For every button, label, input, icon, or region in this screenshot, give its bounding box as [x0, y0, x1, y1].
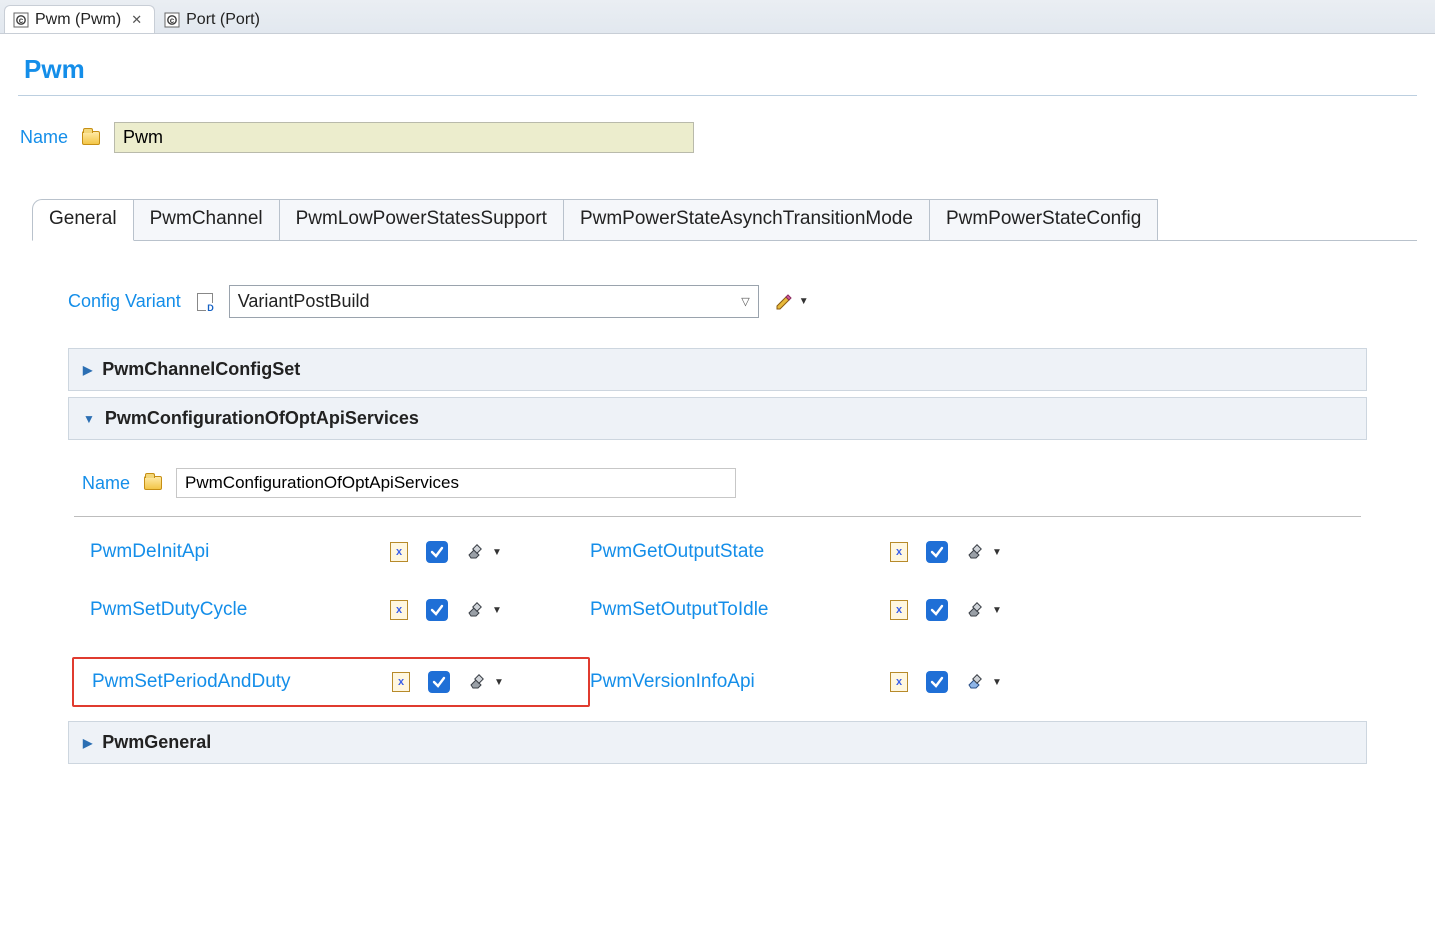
reset-button[interactable]: ▼ [966, 673, 1002, 691]
title-rule [18, 95, 1417, 96]
chevron-down-icon: ▼ [799, 296, 809, 307]
svg-text:c: c [170, 16, 175, 25]
file-tab-label: Port (Port) [186, 11, 260, 29]
file-tab-port[interactable]: c Port (Port) [155, 5, 273, 33]
config-tabstrip: General PwmChannel PwmLowPowerStatesSupp… [32, 199, 1417, 241]
module-name-row: Name [20, 122, 1417, 153]
reset-button[interactable]: ▼ [966, 543, 1002, 561]
tab-pwmpowerstateconfig[interactable]: PwmPowerStateConfig [929, 199, 1158, 240]
schema-icon: x [890, 542, 908, 562]
chevron-down-icon: ▼ [992, 677, 1002, 688]
option-checkbox[interactable] [428, 671, 450, 693]
option-controls: x ▼ [390, 541, 590, 563]
tab-general-body: Config Variant VariantPostBuild ▽ ▼ ▶ Pw… [18, 241, 1417, 790]
option-label[interactable]: PwmSetOutputToIdle [590, 599, 890, 621]
name-label: Name [82, 473, 130, 494]
section-title: PwmChannelConfigSet [102, 359, 300, 380]
schema-icon: x [890, 672, 908, 692]
name-label: Name [20, 127, 68, 148]
option-highlighted: PwmSetPeriodAndDuty x ▼ [72, 657, 590, 707]
module-name-input[interactable] [114, 122, 694, 153]
option-checkbox[interactable] [426, 541, 448, 563]
chevron-down-icon: ▼ [992, 547, 1002, 558]
tab-general[interactable]: General [32, 199, 134, 241]
editor-pane: Pwm Name General PwmChannel PwmLowPowerS… [0, 34, 1435, 804]
chevron-down-icon: ▼ [494, 677, 504, 688]
section-optapi-body: Name PwmDeInitApi x ▼ PwmGetOutputState … [68, 446, 1367, 711]
option-controls: x ▼ [890, 541, 1090, 563]
module-icon: c [164, 12, 180, 28]
option-label[interactable]: PwmSetPeriodAndDuty [92, 671, 392, 693]
config-variant-select[interactable]: VariantPostBuild ▽ [229, 285, 759, 318]
reset-button[interactable]: ▼ [466, 543, 502, 561]
options-grid: PwmDeInitApi x ▼ PwmGetOutputState x ▼ P… [90, 541, 1361, 707]
schema-icon: x [890, 600, 908, 620]
chevron-down-icon: ▼ [992, 605, 1002, 616]
option-label[interactable]: PwmDeInitApi [90, 541, 390, 563]
collapse-icon: ▼ [83, 412, 95, 426]
section-pwmconfigurationofoptapiservices[interactable]: ▼ PwmConfigurationOfOptApiServices [68, 397, 1367, 440]
chevron-down-icon: ▽ [741, 295, 749, 308]
folder-icon [82, 131, 100, 145]
option-checkbox[interactable] [926, 599, 948, 621]
tab-pwmchannel[interactable]: PwmChannel [133, 199, 280, 240]
chevron-down-icon: ▼ [492, 605, 502, 616]
option-controls: x ▼ [890, 671, 1090, 693]
module-icon: c [13, 12, 29, 28]
schema-icon: x [392, 672, 410, 692]
option-label[interactable]: PwmVersionInfoApi [590, 671, 890, 693]
file-tab-pwm[interactable]: c Pwm (Pwm) ✕ [4, 5, 155, 33]
page-title: Pwm [24, 54, 1417, 85]
reset-button[interactable]: ▼ [466, 601, 502, 619]
option-controls: x ▼ [392, 671, 504, 693]
folder-icon [144, 476, 162, 490]
svg-text:c: c [19, 16, 24, 25]
schema-icon: x [390, 542, 408, 562]
document-icon [197, 293, 213, 311]
config-variant-value: VariantPostBuild [238, 291, 370, 312]
tab-pwmlowpowerstatessupport[interactable]: PwmLowPowerStatesSupport [279, 199, 564, 240]
section-pwmchannelconfigset[interactable]: ▶ PwmChannelConfigSet [68, 348, 1367, 391]
option-checkbox[interactable] [926, 671, 948, 693]
reset-button[interactable]: ▼ [468, 673, 504, 691]
tab-pwmpowerstateasynchtransitionmode[interactable]: PwmPowerStateAsynchTransitionMode [563, 199, 930, 240]
reset-button[interactable]: ▼ [966, 601, 1002, 619]
config-variant-label: Config Variant [68, 291, 181, 312]
expand-icon: ▶ [83, 363, 92, 377]
section-title: PwmConfigurationOfOptApiServices [105, 408, 419, 429]
section-pwmgeneral[interactable]: ▶ PwmGeneral [68, 721, 1367, 764]
option-checkbox[interactable] [926, 541, 948, 563]
option-controls: x ▼ [890, 599, 1090, 621]
schema-icon: x [390, 600, 408, 620]
edit-button[interactable]: ▼ [775, 293, 809, 311]
optapi-name-input[interactable] [176, 468, 736, 498]
editor-file-tabstrip: c Pwm (Pwm) ✕ c Port (Port) [0, 0, 1435, 34]
file-tab-label: Pwm (Pwm) [35, 11, 121, 29]
option-checkbox[interactable] [426, 599, 448, 621]
option-label[interactable]: PwmGetOutputState [590, 541, 890, 563]
option-controls: x ▼ [390, 599, 590, 621]
expand-icon: ▶ [83, 736, 92, 750]
option-label[interactable]: PwmSetDutyCycle [90, 599, 390, 621]
close-icon[interactable]: ✕ [131, 12, 142, 28]
chevron-down-icon: ▼ [492, 547, 502, 558]
optapi-name-row: Name [74, 462, 1361, 517]
section-title: PwmGeneral [102, 732, 211, 753]
config-variant-row: Config Variant VariantPostBuild ▽ ▼ [68, 285, 1367, 318]
